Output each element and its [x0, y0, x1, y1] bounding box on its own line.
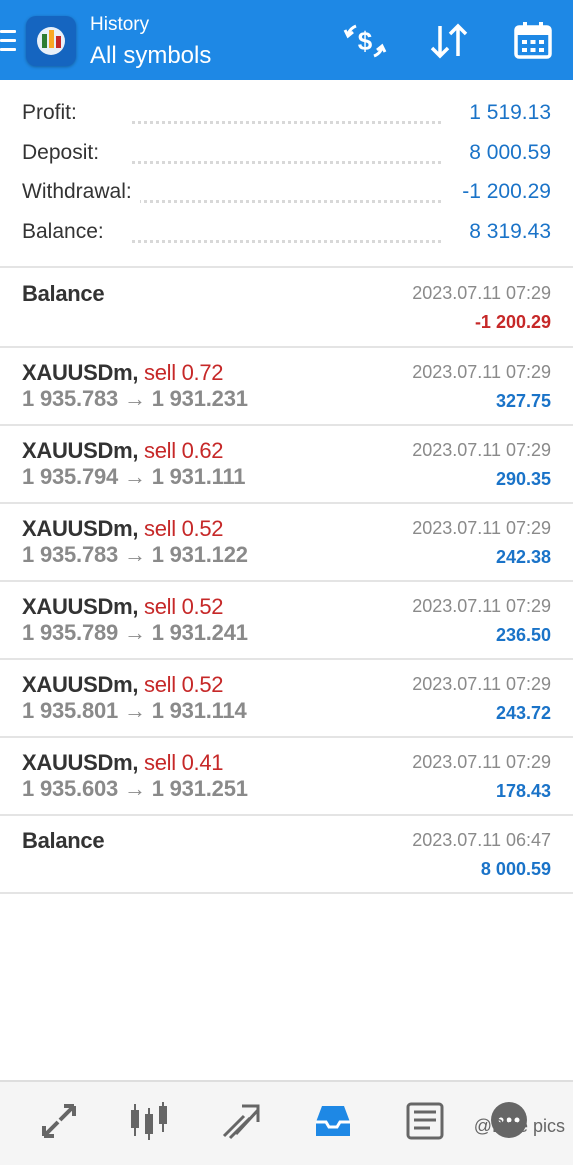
deal-row-balance[interactable]: Balance 2023.07.11 06:47 8 000.59: [0, 816, 573, 892]
deal-side: sell 0.52: [144, 594, 224, 619]
deal-price: 1 935.603 → 1 931.251: [22, 776, 248, 801]
deal-row[interactable]: XAUUSDm, sell 0.62 1 935.794 → 1 931.111…: [0, 426, 573, 502]
trade-icon[interactable]: [218, 1098, 264, 1144]
summary-label: Balance:: [22, 220, 112, 244]
currency-exchange-icon[interactable]: $: [342, 18, 388, 64]
deal-symbol: XAUUSDm,: [22, 360, 139, 385]
quotes-icon[interactable]: [36, 1098, 82, 1144]
deal-time: 2023.07.11 07:29: [412, 518, 551, 538]
deal-row[interactable]: XAUUSDm, sell 0.41 1 935.603 → 1 931.251…: [0, 738, 573, 814]
deal-symbol-line: XAUUSDm, sell 0.52: [22, 516, 224, 542]
calendar-icon[interactable]: [510, 18, 556, 64]
deal-time: 2023.07.11 07:29: [412, 752, 551, 772]
deal-side: sell 0.52: [144, 672, 224, 697]
header-title[interactable]: All symbols: [90, 42, 211, 70]
deal-symbol: Balance: [22, 828, 105, 853]
deal-symbol: XAUUSDm,: [22, 516, 139, 541]
history-icon[interactable]: [310, 1098, 356, 1144]
summary-row-profit: Profit: 1 519.13: [22, 101, 551, 131]
summary-row-balance: Balance: 8 319.43: [22, 220, 551, 250]
summary-row-withdrawal: Withdrawal: -1 200.29: [22, 180, 551, 210]
deal-profit: 242.38: [495, 547, 551, 567]
summary-value: 8 000.59: [463, 141, 551, 165]
deal-row[interactable]: XAUUSDm, sell 0.72 1 935.783 → 1 931.231…: [0, 348, 573, 424]
deal-time: 2023.07.11 07:29: [412, 362, 551, 382]
dotted-leader: [132, 200, 441, 203]
deal-symbol: Balance: [22, 281, 105, 306]
deal-profit: 8 000.59: [480, 859, 551, 879]
deal-profit: 290.35: [495, 469, 551, 489]
summary-row-deposit: Deposit: 8 000.59: [22, 141, 551, 171]
deal-price: 1 935.794 → 1 931.111: [22, 464, 246, 489]
dotted-leader: [132, 121, 441, 124]
summary-label: Deposit:: [22, 141, 108, 165]
deal-row-balance[interactable]: Balance 2023.07.11 07:29 -1 200.29: [0, 269, 573, 345]
deal-price: 1 935.783 → 1 931.122: [22, 542, 248, 567]
deal-time: 2023.07.11 07:29: [412, 283, 551, 303]
summary-value: 1 519.13: [463, 101, 551, 125]
deal-side: sell 0.52: [144, 516, 224, 541]
dotted-leader: [132, 240, 441, 243]
summary-label: Withdrawal:: [22, 180, 140, 204]
deal-side: sell 0.41: [144, 750, 224, 775]
watermark-text: @Blue pics: [473, 1116, 565, 1136]
deal-side: sell 0.62: [144, 438, 224, 463]
deal-time: 2023.07.11 07:29: [412, 440, 551, 460]
deal-side: sell 0.72: [144, 360, 224, 385]
deal-time: 2023.07.11 06:47: [412, 830, 551, 850]
divider: [0, 892, 573, 894]
summary-value: 8 319.43: [463, 220, 551, 244]
divider: [0, 266, 573, 268]
deal-symbol-line: XAUUSDm, sell 0.62: [22, 438, 224, 464]
sort-icon[interactable]: [426, 18, 472, 64]
deal-row[interactable]: XAUUSDm, sell 0.52 1 935.783 → 1 931.122…: [0, 504, 573, 580]
chart-icon[interactable]: [126, 1098, 172, 1144]
deal-symbol: XAUUSDm,: [22, 594, 139, 619]
dotted-leader: [132, 161, 441, 164]
deal-row[interactable]: XAUUSDm, sell 0.52 1 935.801 → 1 931.114…: [0, 660, 573, 736]
deal-symbol: XAUUSDm,: [22, 672, 139, 697]
deal-time: 2023.07.11 07:29: [412, 596, 551, 616]
news-icon[interactable]: [402, 1098, 448, 1144]
deal-symbol: XAUUSDm,: [22, 750, 139, 775]
app-logo-icon[interactable]: [26, 16, 76, 66]
deal-symbol-line: XAUUSDm, sell 0.52: [22, 594, 224, 620]
deal-symbol-line: XAUUSDm, sell 0.41: [22, 750, 224, 776]
deal-row[interactable]: XAUUSDm, sell 0.52 1 935.789 → 1 931.241…: [0, 582, 573, 658]
account-summary: Profit: 1 519.13 Deposit: 8 000.59 Withd…: [0, 80, 573, 266]
deal-symbol-line: XAUUSDm, sell 0.72: [22, 360, 224, 386]
deal-profit: 327.75: [495, 391, 551, 411]
deal-profit: 243.72: [495, 703, 551, 723]
summary-label: Profit:: [22, 101, 85, 125]
summary-value: -1 200.29: [456, 180, 551, 204]
header-subtitle: History: [90, 14, 150, 35]
svg-text:$: $: [358, 26, 373, 56]
deal-profit: 236.50: [495, 625, 551, 645]
deal-time: 2023.07.11 07:29: [412, 674, 551, 694]
deal-profit: 178.43: [495, 781, 551, 801]
deal-symbol: XAUUSDm,: [22, 438, 139, 463]
menu-icon[interactable]: [0, 30, 16, 52]
app-header: History All symbols $: [0, 0, 573, 80]
deal-price: 1 935.789 → 1 931.241: [22, 620, 248, 645]
bottom-navigation: @Blue pics: [0, 1080, 573, 1165]
deal-symbol-line: XAUUSDm, sell 0.52: [22, 672, 224, 698]
deal-profit: -1 200.29: [474, 312, 551, 332]
deal-price: 1 935.783 → 1 931.231: [22, 386, 248, 411]
deal-price: 1 935.801 → 1 931.114: [22, 698, 247, 723]
